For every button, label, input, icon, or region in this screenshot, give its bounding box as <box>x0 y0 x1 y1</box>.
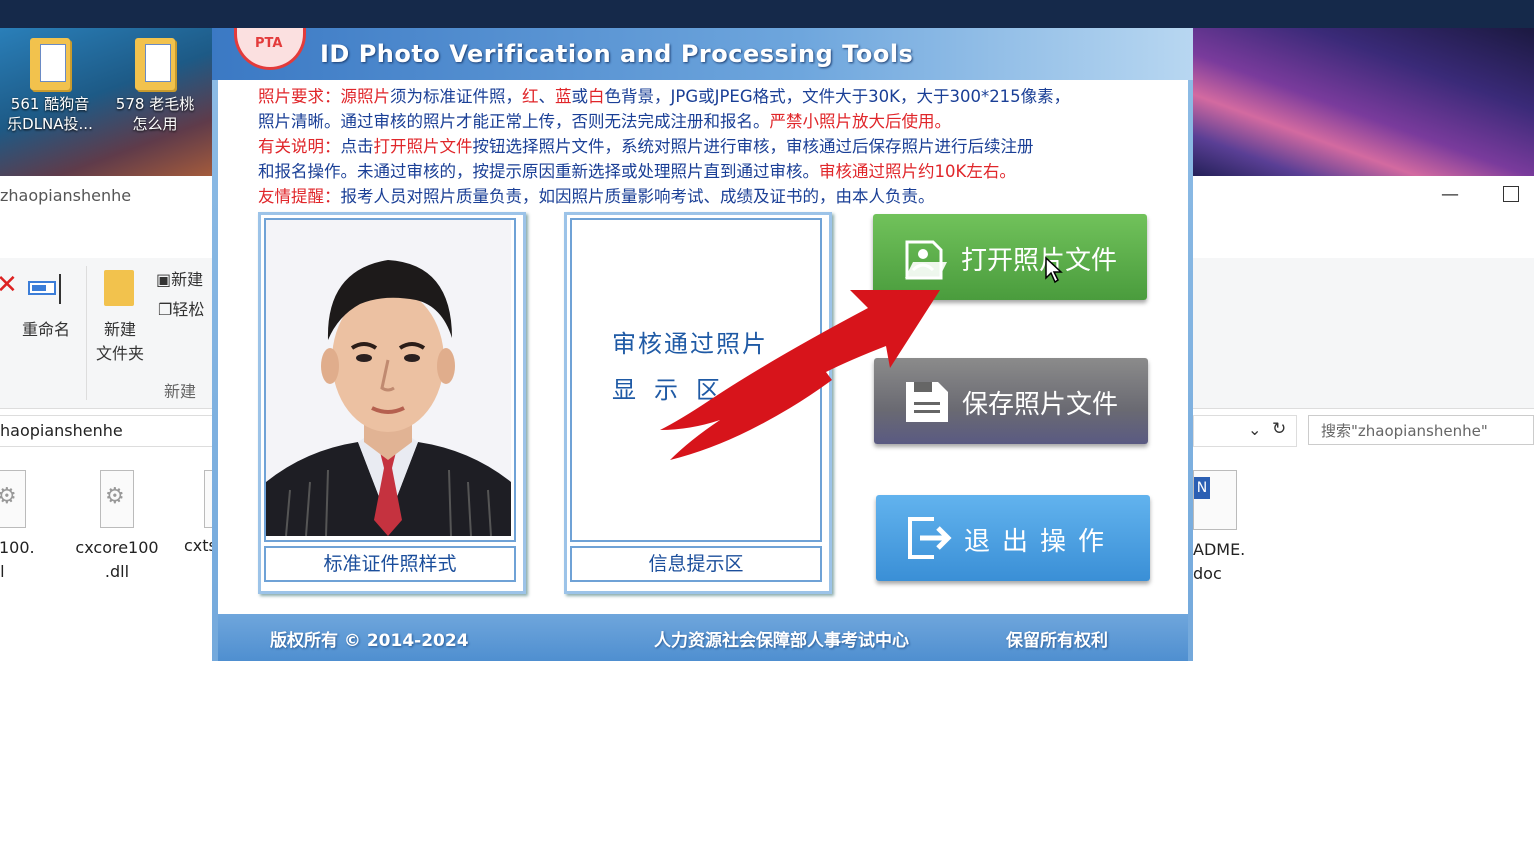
dll-file-icon <box>0 470 26 528</box>
delete-icon[interactable]: ✕ <box>0 270 18 300</box>
exit-operation-label: 退出操作 <box>964 527 1117 557</box>
open-photo-file-label: 打开照片文件 <box>961 246 1118 276</box>
file-name: dll <box>0 562 5 581</box>
notice-line-1: 照片要求：源照片须为标准证件照，红、蓝或白色背景，JPG或JPEG格式，文件大于… <box>258 87 1071 106</box>
open-file-icon <box>905 240 947 280</box>
sample-photo-caption: 标准证件照样式 <box>264 546 516 582</box>
ribbon-divider <box>86 266 87 400</box>
red-arrow-annotation <box>660 290 940 460</box>
file-name: doc <box>1193 564 1222 583</box>
file-name: cxts <box>184 536 212 555</box>
refresh-icon[interactable]: ↻ <box>1272 419 1286 439</box>
notice-line-3: 有关说明：点击打开照片文件按钮选择照片文件，系统对照片进行审核，审核通过后保存照… <box>258 137 1034 156</box>
footer-rights: 保留所有权利 <box>1006 631 1108 651</box>
address-bar[interactable]: haopianshenhe <box>0 415 213 447</box>
folder-icon <box>30 38 70 90</box>
file-item[interactable]: N ADME. doc <box>1193 470 1273 586</box>
word-file-icon: N <box>1193 470 1237 530</box>
file-name: m100. <box>0 538 35 557</box>
easy-access-icon: ❐ <box>158 300 173 319</box>
explorer-ribbon-right <box>1193 258 1534 409</box>
ribbon-group-label: 新建 <box>164 382 197 401</box>
info-prompt-area: 信息提示区 <box>570 546 822 582</box>
easy-access-button[interactable]: ❐轻松 <box>158 296 204 320</box>
file-item[interactable]: cxcore100 .dll <box>72 470 162 584</box>
explorer-title: zhaopianshenhe <box>0 186 132 205</box>
new-folder-label[interactable]: 文件夹 <box>96 340 144 364</box>
folder-icon <box>135 38 175 90</box>
desktop-shortcut-label: 乐DLNA投... <box>7 115 93 133</box>
exit-operation-button[interactable]: 退出操作 <box>876 495 1150 581</box>
new-item-icon: ▣ <box>156 270 172 289</box>
desktop-shortcut-label: 561 酷狗音 <box>10 95 90 113</box>
notice-line-5: 友情提醒：报考人员对照片质量负责，如因照片质量影响考试、成绩及证书的，由本人负责… <box>258 187 935 206</box>
rename-icon[interactable] <box>28 272 66 304</box>
file-item[interactable]: m100. dll <box>0 470 54 584</box>
desktop-shortcut-label: 578 老毛桃 <box>115 95 195 113</box>
new-item-label: 新建 <box>171 270 204 289</box>
dll-file-icon <box>204 470 212 528</box>
notice-line-4: 和报名操作。未通过审核的，按提示原因重新选择或处理照片直到通过审核。审核通过照片… <box>258 162 1016 181</box>
desktop-shortcut[interactable]: 561 酷狗音 乐DLNA投... <box>0 30 100 134</box>
address-bar-controls: ⌄ ↻ <box>1193 415 1297 447</box>
footer-organization: 人力资源社会保障部人事考试中心 <box>654 631 909 651</box>
easy-access-label: 轻松 <box>172 300 205 319</box>
rename-label[interactable]: 重命名 <box>22 316 70 340</box>
exit-icon <box>908 517 952 559</box>
file-name: ADME. <box>1193 540 1246 559</box>
search-input[interactable]: 搜索"zhaopianshenhe" <box>1308 415 1534 445</box>
file-name: .dll <box>104 562 130 581</box>
minimize-button[interactable]: — <box>1441 184 1459 205</box>
desktop-shortcut-label: 怎么用 <box>132 115 178 133</box>
new-folder-label[interactable]: 新建 <box>104 316 136 340</box>
save-photo-file-label: 保存照片文件 <box>962 390 1119 420</box>
sample-id-photo <box>266 220 511 536</box>
chevron-down-icon[interactable]: ⌄ <box>1248 420 1261 439</box>
notice-line-2: 照片清晰。通过审核的照片才能正常上传，否则无法完成注册和报名。严禁小照片放大后使… <box>258 112 951 131</box>
desktop-shortcut[interactable]: 578 老毛桃 怎么用 <box>105 30 205 134</box>
explorer-ribbon: ✕ 重命名 新建 文件夹 ▣新建 ❐轻松 新建 <box>0 258 212 409</box>
app-title: ID Photo Verification and Processing Too… <box>320 40 914 68</box>
new-folder-icon[interactable] <box>104 270 134 306</box>
file-item[interactable]: cxts <box>184 470 212 555</box>
desktop-wallpaper <box>1193 28 1534 176</box>
maximize-button[interactable] <box>1503 186 1519 202</box>
taskbar-strip <box>0 0 1534 28</box>
file-name: cxcore100 <box>75 538 159 557</box>
cursor-icon <box>1045 256 1063 284</box>
dll-file-icon <box>100 470 134 528</box>
new-item-button[interactable]: ▣新建 <box>156 266 203 290</box>
footer-copyright: 版权所有 © 2014-2024 <box>270 631 469 651</box>
